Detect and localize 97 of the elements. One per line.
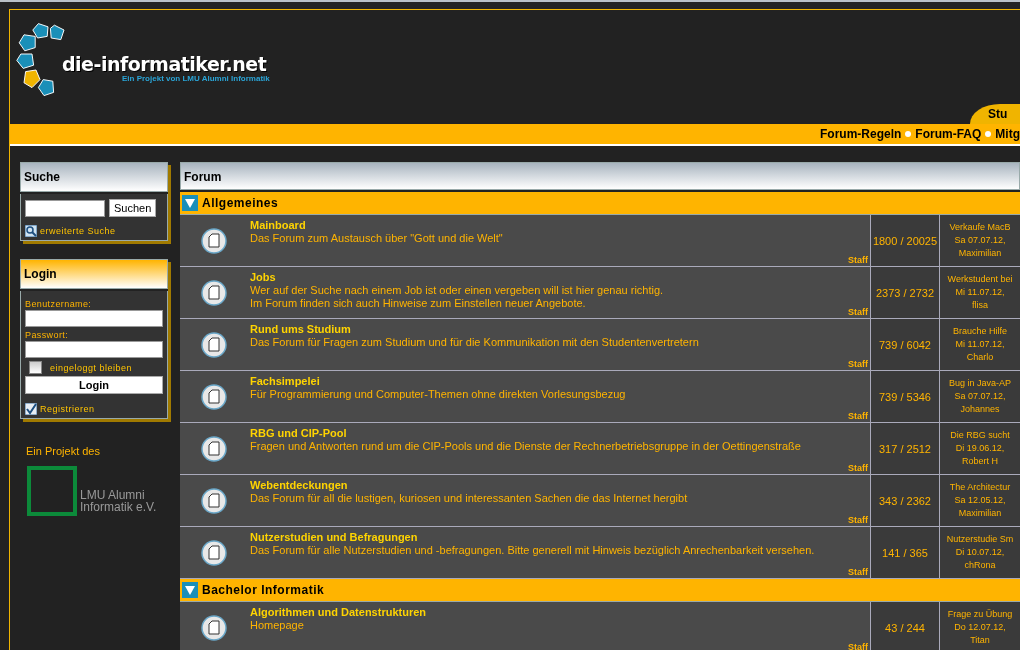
board-title[interactable]: Nutzerstudien und Befragungen [250,531,418,544]
post-count: 1800 / 20025 [871,215,940,266]
moderator-link[interactable]: Staff [848,307,868,317]
box-title: Login [20,259,168,289]
post-count: 43 / 244 [871,602,940,650]
board-title[interactable]: Algorithmen und Datenstrukturen [250,606,426,619]
header-tab[interactable]: Stu [970,104,1020,124]
post-count: 739 / 6042 [871,319,940,370]
remember-checkbox[interactable] [29,361,42,374]
last-post-text[interactable]: chRona [964,559,996,572]
board-icon [201,539,227,566]
last-post-text[interactable]: Maximilian [958,247,1002,260]
sponsor-logo-text: LMU Alumni [80,489,146,501]
checkbox-label: eingeloggt bleiben [50,362,133,373]
collapse-icon[interactable] [182,582,198,598]
post-count: 2373 / 2732 [871,267,940,318]
search-field[interactable] [25,200,105,217]
collapse-icon[interactable] [182,195,198,211]
last-post-text[interactable]: Johannes [960,403,1000,416]
board-title[interactable]: Jobs [250,271,276,284]
magnifier-icon [25,225,37,237]
board-title[interactable]: Webentdeckungen [250,479,348,492]
moderator-link[interactable]: Staff [848,359,868,369]
board-description: Das Forum zum Austausch über "Gott und die Welt" [250,232,503,245]
board-title[interactable]: RBG und CIP-Pool [250,427,347,440]
last-post-text[interactable]: Sa 07.07.12, [954,390,1006,403]
sponsor-caption: Ein Projekt des [26,445,100,457]
last-post-text[interactable]: Mi 11.07.12, [955,286,1005,299]
search-button[interactable]: Suchen [109,199,157,217]
moderator-link[interactable]: Staff [848,255,868,265]
site-logo-title: die-informatiker.net [62,54,268,74]
board-description: Das Forum für Fragen zum Studium und für die Kommunikation mit den Studentenvertretern [250,336,699,349]
category-title[interactable]: Bachelor Informatik [202,583,325,597]
last-post-text[interactable]: Nutzerstudie Sm [946,533,1014,546]
post-count: 739 / 5346 [871,371,940,422]
last-post-text[interactable]: Robert H [962,455,998,468]
box-title: Suche [20,162,168,192]
sponsor-logo-text: Informatik e.V. [80,501,157,513]
last-post-text[interactable]: Frage zu Übung [947,608,1013,621]
moderator-link[interactable]: Staff [848,567,868,577]
moderator-link[interactable]: Staff [848,411,868,421]
board-icon [201,279,227,306]
board-icon [201,487,227,514]
register-link[interactable]: Registrieren [40,404,95,414]
field-label: Benutzername: [25,299,93,309]
board-icon [201,614,227,641]
board-title[interactable]: Rund ums Studium [250,323,351,336]
moderator-link[interactable]: Staff [848,515,868,525]
board-title[interactable]: Fachsimpelei [250,375,320,388]
board-description: Homepage [250,619,304,632]
login-button[interactable]: Login [25,376,163,394]
board-description: Für Programmierung und Computer-Themen ohne direkten Vorlesungsbezug [250,388,626,401]
last-post-text[interactable]: The Architectur [949,481,1011,494]
nav-link[interactable]: Forum-Regeln [820,127,902,141]
bullet-icon [905,131,912,137]
last-post-text[interactable]: Di 19.06.12, [955,442,1005,455]
board-description: Das Forum für all die lustigen, kuriosen und interessanten Sachen die das Internet hergibt [250,492,688,505]
post-count: 317 / 2512 [871,423,940,474]
last-post-text[interactable]: Bug in Java-AP [948,377,1011,390]
post-count: 141 / 365 [871,527,940,578]
board-title[interactable]: Mainboard [250,219,306,232]
moderator-link[interactable]: Staff [848,642,868,650]
last-post-text[interactable]: Sa 12.05.12, [954,494,1006,507]
last-post-text[interactable]: flisa [972,299,988,312]
last-post-text[interactable]: Di 10.07.12, [955,546,1005,559]
board-icon [201,383,227,410]
board-description: Das Forum für alle Nutzerstudien und -befragungen. Bitte generell mit Hinweis bezüglich Anrechenbarkeit versehen. [250,544,815,557]
checkmark-icon [25,403,37,415]
advanced-search-link[interactable]: erweiterte Suche [40,226,116,236]
last-post-text[interactable]: Do 12.07.12, [954,621,1006,634]
nav-link[interactable]: Forum-FAQ [915,127,982,141]
field-label: Passwort: [25,330,70,340]
site-logo-subtitle: Ein Projekt von LMU Alumni Informatik [122,74,270,84]
bullet-icon [985,131,992,137]
username-field[interactable] [25,310,163,327]
board-icon [201,435,227,462]
board-icon [201,331,227,358]
moderator-link[interactable]: Staff [848,463,868,473]
board-icon [201,227,227,254]
forum-heading: Forum [180,162,1020,190]
last-post-text[interactable]: Verkaufe MacB [949,221,1011,234]
post-count: 343 / 2362 [871,475,940,526]
board-description: Im Forum finden sich auch Hinweise zum Einstellen neuer Angebote. [250,297,586,310]
last-post-text[interactable]: Charlo [966,351,994,364]
last-post-text[interactable]: Titan [970,634,990,647]
password-field[interactable] [25,341,163,358]
board-description: Fragen und Antworten rund um die CIP-Pools und die Dienste der Rechnerbetriebsgruppe in der Oettingenstraße [250,440,801,453]
last-post-text[interactable]: Maximilian [958,507,1002,520]
last-post-text[interactable]: Mi 11.07.12, [955,338,1005,351]
nav-link[interactable]: Mitg [995,127,1020,141]
board-description: Wer auf der Suche nach einem Job ist oder einen vergeben will ist hier genau richtig. [250,284,664,297]
last-post-text[interactable]: Die RBG sucht [950,429,1010,442]
square-logo-icon [26,465,78,517]
last-post-text[interactable]: Sa 07.07.12, [954,234,1006,247]
category-title[interactable]: Allgemeines [202,196,279,210]
last-post-text[interactable]: Brauche Hilfe [953,325,1007,338]
last-post-text[interactable]: Werkstudent bei [947,273,1013,286]
